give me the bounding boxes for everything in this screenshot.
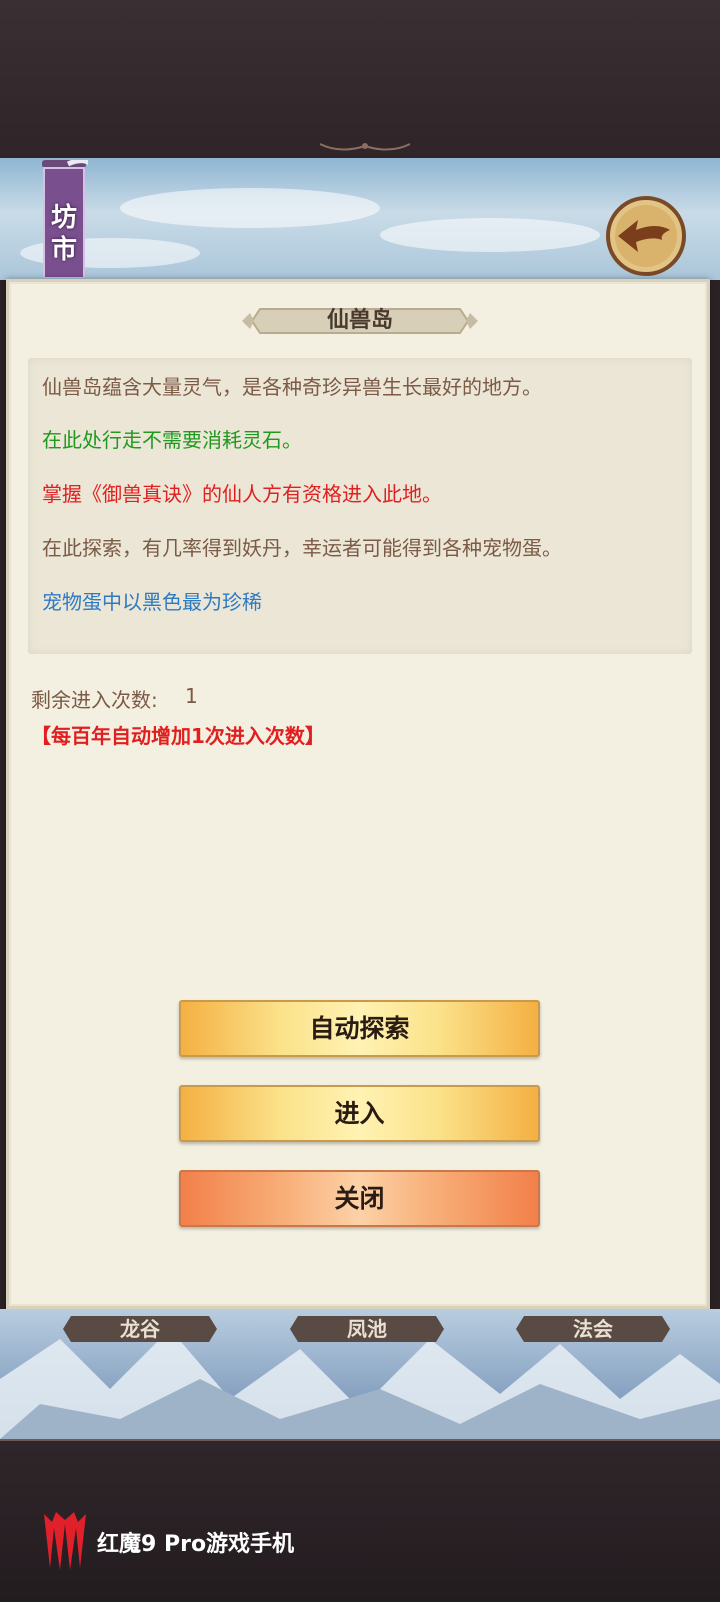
tab-longgu[interactable]: 龙谷	[55, 1314, 225, 1344]
tab-fahui[interactable]: 法会	[508, 1314, 678, 1344]
dialog-title: 仙兽岛	[326, 308, 393, 333]
description-line: 掌握《御兽真诀》的仙人方有资格进入此地。	[42, 482, 442, 506]
back-button[interactable]	[604, 194, 688, 278]
auto-explore-button[interactable]: 自动探索	[179, 1000, 540, 1057]
bottom-bar	[0, 1439, 720, 1602]
back-arrow-icon	[606, 196, 686, 276]
close-button[interactable]: 关闭	[179, 1170, 540, 1227]
brand-logo-icon	[44, 1512, 86, 1570]
fangshi-banner-label[interactable]: 坊市	[40, 202, 88, 266]
top-ornament-icon	[320, 143, 410, 151]
remaining-entries-label: 剩余进入次数:	[31, 688, 158, 712]
tab-fengchi[interactable]: 凤池	[282, 1314, 452, 1344]
description-line: 仙兽岛蕴含大量灵气，是各种奇珍异兽生长最好的地方。	[42, 375, 542, 399]
description-line: 在此处行走不需要消耗灵石。	[42, 428, 302, 452]
enter-button[interactable]: 进入	[179, 1085, 540, 1142]
remaining-entries-value: 1	[185, 684, 198, 708]
top-bar	[0, 0, 720, 160]
description-line: 在此探索，有几率得到妖丹，幸运者可能得到各种宠物蛋。	[42, 536, 562, 560]
description-line: 宠物蛋中以黑色最为珍稀	[42, 590, 262, 614]
brand-watermark: 红魔9 Pro游戏手机	[97, 1532, 295, 1557]
entry-increase-note: 【每百年自动增加1次进入次数】	[31, 724, 325, 748]
